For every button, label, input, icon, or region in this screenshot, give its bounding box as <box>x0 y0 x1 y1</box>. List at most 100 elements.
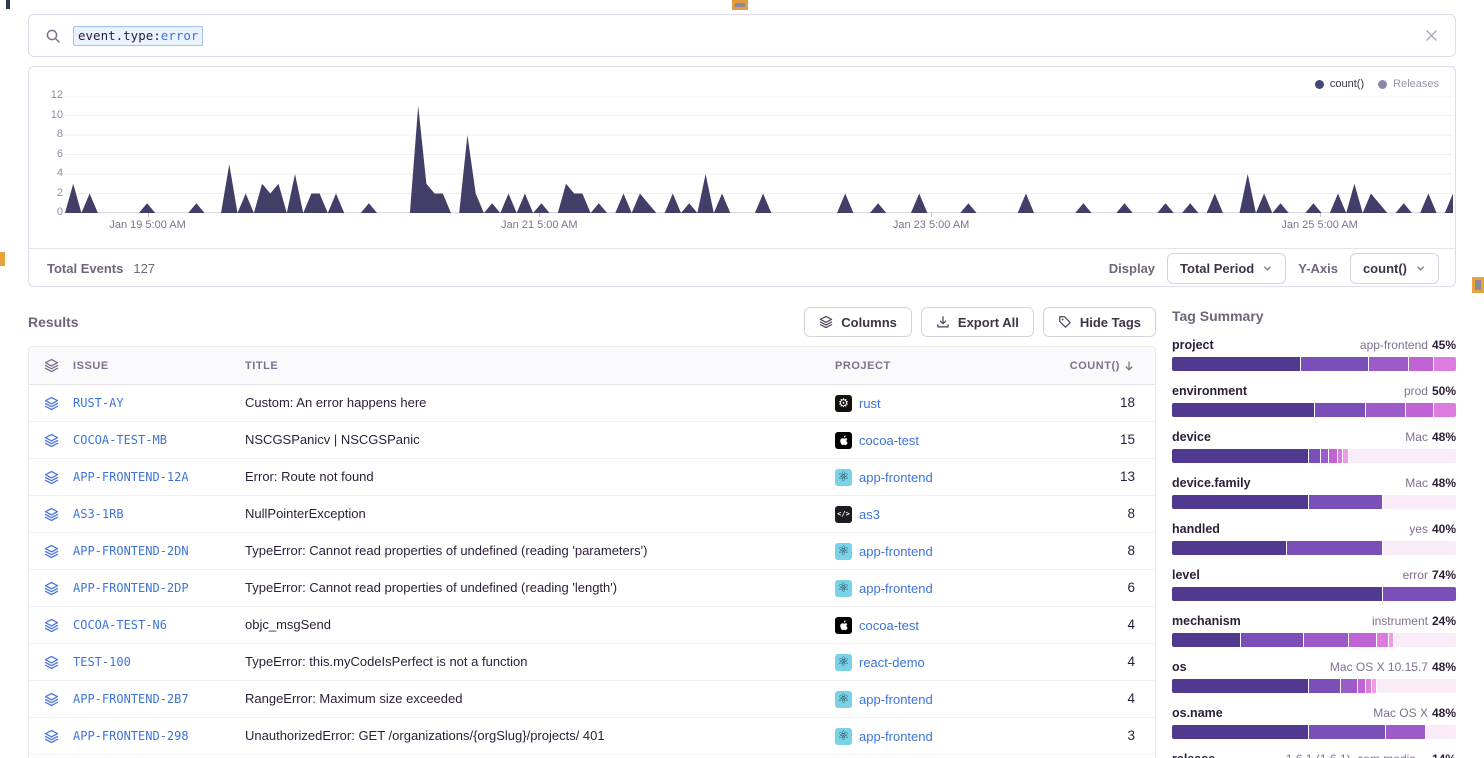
tag-bar-segment <box>1308 679 1339 693</box>
button-label: Export All <box>958 315 1019 330</box>
issue-link[interactable]: AS3-1RB <box>73 507 124 521</box>
event-count: 4 <box>1127 654 1135 669</box>
issue-title: Error: Route not found <box>245 469 374 484</box>
issue-link[interactable]: APP-FRONTEND-298 <box>73 729 189 743</box>
project-link[interactable]: app-frontend <box>859 581 933 596</box>
export-all-button[interactable]: Export All <box>921 307 1034 337</box>
tag-distribution-bar[interactable] <box>1172 679 1456 693</box>
hide-tags-button[interactable]: Hide Tags <box>1043 307 1156 337</box>
tag-bar-segment <box>1365 403 1405 417</box>
issue-stack-icon <box>44 433 59 448</box>
button-label: Columns <box>841 315 897 330</box>
tag-top-percent: 45% <box>1432 338 1456 352</box>
table-row: APP-FRONTEND-2B7RangeError: Maximum size… <box>29 681 1155 718</box>
tag-name: os <box>1172 660 1187 674</box>
y-tick-label: 6 <box>57 148 63 160</box>
tag-name: project <box>1172 338 1214 352</box>
tag-bar-segment <box>1240 633 1302 647</box>
project-link[interactable]: cocoa-test <box>859 433 919 448</box>
event-count: 18 <box>1120 395 1135 410</box>
issue-stack-icon <box>44 507 59 522</box>
tag-item-device: deviceMac48% <box>1172 430 1456 463</box>
tag-bar-segment <box>1172 449 1308 463</box>
x-tick-label: Jan 19 5:00 AM <box>109 219 185 231</box>
close-icon[interactable] <box>1424 28 1439 43</box>
column-header-count[interactable]: COUNT() <box>1063 360 1155 372</box>
tag-item-handled: handledyes40% <box>1172 522 1456 555</box>
results-title: Results <box>28 314 79 330</box>
project-link[interactable]: react-demo <box>859 655 925 670</box>
issue-link[interactable]: APP-FRONTEND-12A <box>73 470 189 484</box>
project-link[interactable]: as3 <box>859 507 880 522</box>
legend-item-releases[interactable]: Releases <box>1378 78 1439 90</box>
issue-stack-icon <box>44 655 59 670</box>
tag-distribution-bar[interactable] <box>1172 495 1456 509</box>
event-count: 4 <box>1127 691 1135 706</box>
tag-bar-segment <box>1172 541 1286 555</box>
project-link[interactable]: app-frontend <box>859 470 933 485</box>
tag-top-percent: 14% <box>1432 752 1456 758</box>
tag-distribution-bar[interactable] <box>1172 541 1456 555</box>
events-chart-panel: count() Releases 024681012 Jan 19 5:00 AM… <box>28 66 1456 287</box>
tag-bar-remainder <box>1382 541 1456 555</box>
tag-item-release: release1.6.1 (1.6.1), com.media…14% <box>1172 752 1456 758</box>
issue-link[interactable]: RUST-AY <box>73 396 124 410</box>
y-axis-label: Y-Axis <box>1298 261 1338 276</box>
table-row: APP-FRONTEND-12AError: Route not found⚛a… <box>29 459 1155 496</box>
tag-top-value: Mac <box>1405 476 1428 490</box>
issue-link[interactable]: TEST-100 <box>73 655 131 669</box>
table-header-row: ISSUE TITLE PROJECT COUNT() <box>29 347 1155 385</box>
tag-distribution-bar[interactable] <box>1172 587 1456 601</box>
issue-link[interactable]: COCOA-TEST-MB <box>73 433 167 447</box>
tag-bar-segment <box>1357 679 1366 693</box>
tag-distribution-bar[interactable] <box>1172 449 1456 463</box>
search-filter-token[interactable]: event.type:error <box>73 26 203 46</box>
events-area-chart[interactable] <box>65 96 1453 213</box>
event-count: 4 <box>1127 617 1135 632</box>
tag-bar-remainder <box>1376 679 1456 693</box>
column-header-title[interactable]: TITLE <box>245 360 835 372</box>
tag-summary-title: Tag Summary <box>1172 308 1456 324</box>
issue-stack-icon <box>44 692 59 707</box>
tag-bar-segment <box>1376 633 1387 647</box>
tag-bar-segment <box>1314 403 1365 417</box>
tag-bar-segment <box>1405 403 1433 417</box>
legend-item-count[interactable]: count() <box>1315 78 1364 90</box>
event-count: 3 <box>1127 728 1135 743</box>
issue-link[interactable]: APP-FRONTEND-2DN <box>73 544 189 558</box>
tag-distribution-bar[interactable] <box>1172 725 1456 739</box>
tag-top-value: Mac OS X <box>1373 706 1428 720</box>
tag-bar-segment <box>1368 357 1408 371</box>
project-link[interactable]: app-frontend <box>859 729 933 744</box>
tag-top-percent: 50% <box>1432 384 1456 398</box>
display-dropdown[interactable]: Total Period <box>1167 253 1286 284</box>
tag-bar-segment <box>1385 725 1425 739</box>
y-axis-dropdown-value: count() <box>1363 261 1407 276</box>
issue-link[interactable]: APP-FRONTEND-2DP <box>73 581 189 595</box>
issue-stack-icon <box>44 396 59 411</box>
x-tick-label: Jan 25 5:00 AM <box>1281 219 1357 231</box>
table-row: APP-FRONTEND-298UnauthorizedError: GET /… <box>29 718 1155 755</box>
project-link[interactable]: app-frontend <box>859 692 933 707</box>
y-tick-label: 12 <box>51 89 63 101</box>
y-axis-dropdown[interactable]: count() <box>1350 253 1439 284</box>
tag-distribution-bar[interactable] <box>1172 357 1456 371</box>
tag-item-environment: environmentprod50% <box>1172 384 1456 417</box>
search-bar[interactable]: event.type:error <box>28 14 1456 57</box>
columns-button[interactable]: Columns <box>804 307 912 337</box>
column-header-issue[interactable]: ISSUE <box>73 360 245 372</box>
tag-distribution-bar[interactable] <box>1172 403 1456 417</box>
issue-link[interactable]: APP-FRONTEND-2B7 <box>73 692 189 706</box>
issue-link[interactable]: COCOA-TEST-N6 <box>73 618 167 632</box>
tag-distribution-bar[interactable] <box>1172 633 1456 647</box>
chart-y-axis: 024681012 <box>37 96 63 213</box>
tag-bar-remainder <box>1393 633 1456 647</box>
column-header-project[interactable]: PROJECT <box>835 360 1063 372</box>
project-link[interactable]: cocoa-test <box>859 618 919 633</box>
issue-title: TypeError: Cannot read properties of und… <box>245 543 647 558</box>
issue-title: NullPointerException <box>245 506 366 521</box>
tag-top-percent: 40% <box>1432 522 1456 536</box>
project-link[interactable]: app-frontend <box>859 544 933 559</box>
search-token-key: event.type: <box>78 28 161 44</box>
project-link[interactable]: rust <box>859 396 881 411</box>
